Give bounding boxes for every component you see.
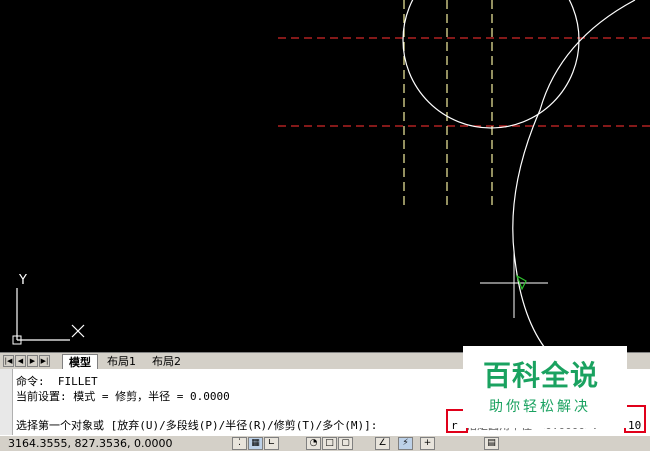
status-bar: 3164.3555, 827.3536, 0.0000 ⁚ ▦ ∟ ◔ □ ▢ … bbox=[0, 435, 650, 451]
watermark: 百科全说 助你轻松解决 bbox=[463, 346, 627, 428]
ortho-icon[interactable]: ∟ bbox=[264, 437, 279, 450]
drawing-canvas[interactable]: Y bbox=[0, 0, 650, 352]
drawing-svg[interactable]: Y bbox=[0, 0, 650, 352]
command-prompt-line: 选择第一个对象或 [放弃(U)/多段线(P)/半径(R)/修剪(T)/多个(M)… bbox=[16, 419, 378, 432]
arc-entity[interactable] bbox=[512, 0, 636, 352]
ucs-icon bbox=[12, 288, 85, 345]
command-history-line-2: 当前设置: 模式 = 修剪，半径 = 0.0000 bbox=[16, 390, 230, 403]
circle-entity[interactable] bbox=[402, 0, 580, 129]
tab-layout1[interactable]: 布局1 bbox=[101, 354, 142, 369]
coordinate-readout: 3164.3555, 827.3536, 0.0000 bbox=[8, 437, 173, 450]
prev-tab-button[interactable]: ◀ bbox=[15, 355, 26, 367]
model-icon[interactable]: ▤ bbox=[484, 437, 499, 450]
ducs-icon[interactable]: ∠ bbox=[375, 437, 390, 450]
tab-model[interactable]: 模型 bbox=[62, 354, 98, 369]
osnap-icon[interactable]: □ bbox=[322, 437, 337, 450]
lwt-icon[interactable]: + bbox=[420, 437, 435, 450]
otrack-icon[interactable]: ▢ bbox=[338, 437, 353, 450]
watermark-title: 百科全说 bbox=[483, 359, 600, 392]
highlight-box-value bbox=[624, 405, 646, 433]
crosshair-cursor bbox=[480, 250, 548, 318]
last-tab-button[interactable]: ▶| bbox=[39, 355, 50, 367]
ucs-y-label: Y bbox=[18, 273, 27, 288]
command-window-grip[interactable] bbox=[0, 369, 13, 435]
first-tab-button[interactable]: |◀ bbox=[3, 355, 14, 367]
polar-icon[interactable]: ◔ bbox=[306, 437, 321, 450]
dyn-icon[interactable]: ⚡ bbox=[398, 437, 413, 450]
snap-icon[interactable]: ⁚ bbox=[232, 437, 247, 450]
tab-layout2[interactable]: 布局2 bbox=[146, 354, 187, 369]
watermark-subtitle: 助你轻松解决 bbox=[489, 399, 591, 415]
next-tab-button[interactable]: ▶ bbox=[27, 355, 38, 367]
command-history-line-1: 命令: FILLET bbox=[16, 375, 98, 388]
grid-icon[interactable]: ▦ bbox=[248, 437, 263, 450]
